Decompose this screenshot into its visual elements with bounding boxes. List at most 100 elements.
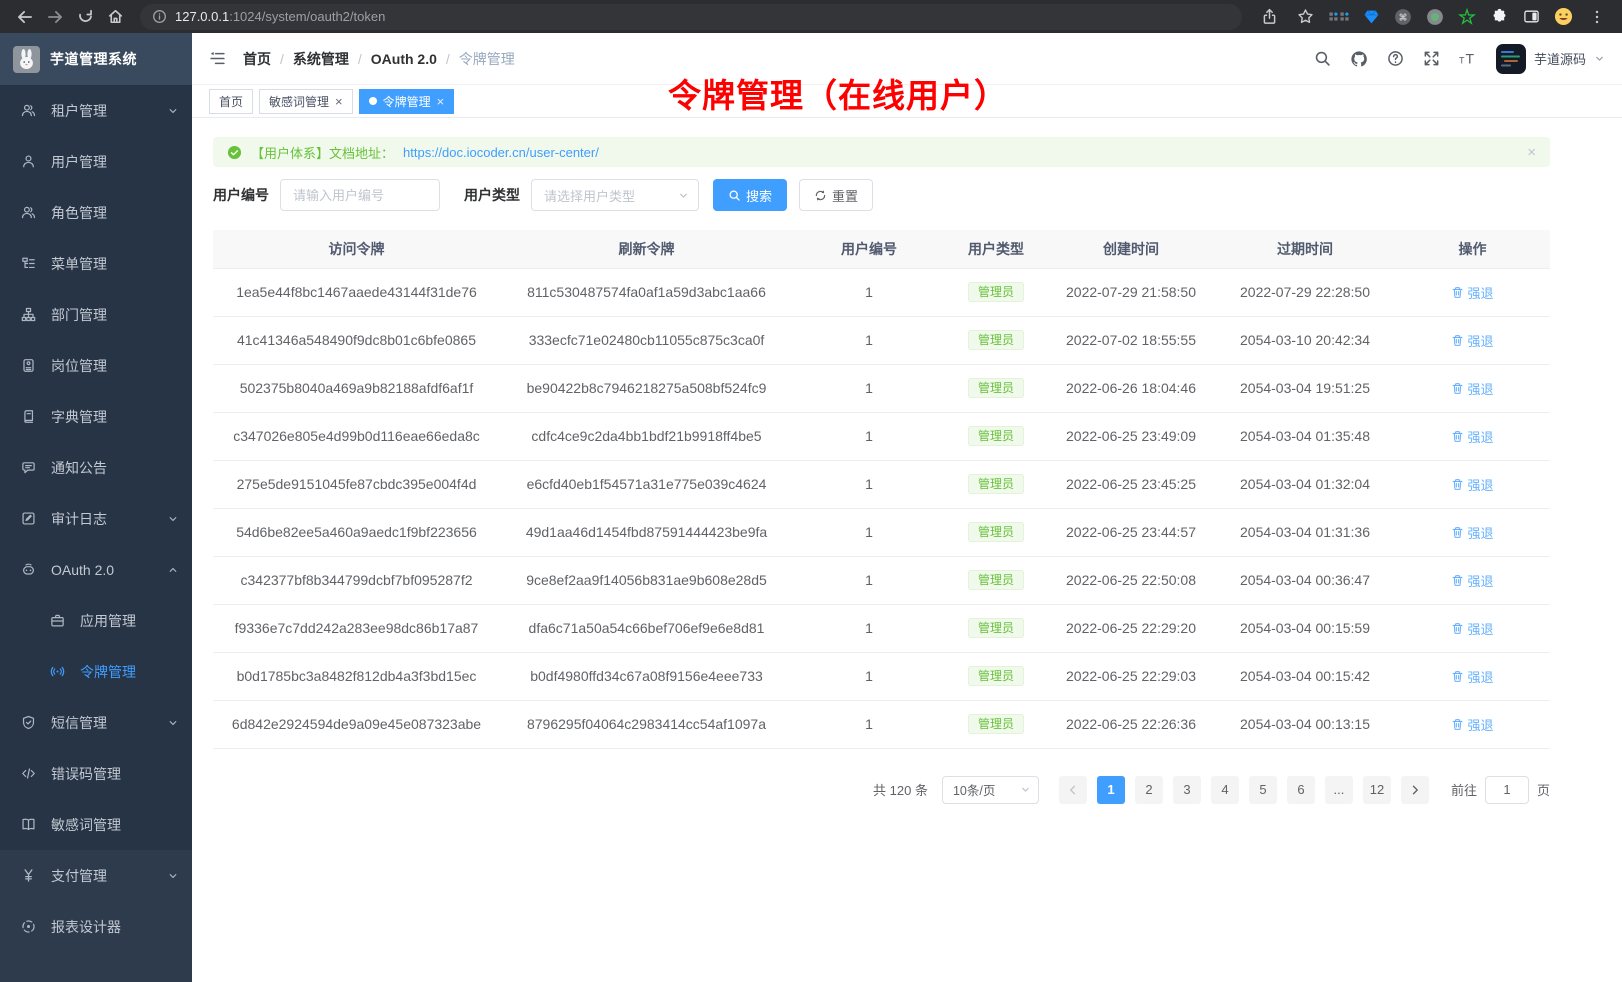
- force-logout-button[interactable]: 强退: [1451, 331, 1493, 350]
- user-name: 芋道源码: [1534, 49, 1586, 68]
- extension-star-icon[interactable]: [1456, 6, 1478, 28]
- sidebar-item[interactable]: 敏感词管理: [0, 799, 192, 850]
- access-token-cell: 54d6be82ee5a460a9aedc1f9bf223656: [213, 508, 500, 556]
- breadcrumb-item[interactable]: 首页: [243, 49, 271, 69]
- force-logout-button[interactable]: 强退: [1451, 667, 1493, 686]
- page-button[interactable]: 12: [1363, 776, 1391, 804]
- page-button[interactable]: 4: [1211, 776, 1239, 804]
- browser-reload-button[interactable]: [72, 4, 98, 30]
- table-row: 41c41346a548490f9dc8b01c6bfe0865333ecfc7…: [213, 316, 1550, 364]
- user-id-input[interactable]: [280, 179, 440, 211]
- browser-back-button[interactable]: [12, 4, 38, 30]
- github-icon[interactable]: [1350, 50, 1368, 68]
- extension-gem-icon[interactable]: [1360, 6, 1382, 28]
- refresh-token-cell: 811c530487574fa0af1a59d3abc1aa66: [500, 268, 793, 316]
- pagination: 共 120 条 10条/页 123456...12 前往 页: [213, 776, 1550, 804]
- browser-home-button[interactable]: [102, 4, 128, 30]
- shield-icon: [21, 715, 36, 730]
- force-logout-button[interactable]: 强退: [1451, 571, 1493, 590]
- sidebar-item[interactable]: 报表设计器: [0, 901, 192, 952]
- sidebar-item[interactable]: 短信管理: [0, 697, 192, 748]
- sidebar-item[interactable]: 岗位管理: [0, 340, 192, 391]
- profile-avatar-emoji[interactable]: [1552, 6, 1574, 28]
- extensions-puzzle-icon[interactable]: [1488, 6, 1510, 28]
- sidebar-item[interactable]: 部门管理: [0, 289, 192, 340]
- user-id-cell: 1: [793, 556, 945, 604]
- sidebar-item[interactable]: 支付管理: [0, 850, 192, 901]
- tab-item[interactable]: 首页: [209, 89, 253, 114]
- sidebar-item[interactable]: 字典管理: [0, 391, 192, 442]
- browser-forward-button[interactable]: [42, 4, 68, 30]
- extension-record-icon[interactable]: [1424, 6, 1446, 28]
- font-size-icon[interactable]: TT: [1459, 51, 1477, 67]
- bookmark-star-icon[interactable]: [1292, 4, 1318, 30]
- breadcrumb-item[interactable]: 系统管理: [293, 49, 349, 69]
- close-icon[interactable]: ×: [1527, 145, 1536, 160]
- tab-item[interactable]: 敏感词管理×: [259, 89, 353, 114]
- doc-link[interactable]: https://doc.iocoder.cn/user-center/: [403, 145, 599, 160]
- sidebar-item[interactable]: 令牌管理: [0, 646, 192, 697]
- force-logout-button[interactable]: 强退: [1451, 715, 1493, 734]
- force-logout-button[interactable]: 强退: [1451, 379, 1493, 398]
- sidebar-item[interactable]: OAuth 2.0: [0, 544, 192, 595]
- user-type-tag: 管理员: [968, 714, 1024, 734]
- sidebar-item[interactable]: 用户管理: [0, 136, 192, 187]
- split-view-icon[interactable]: [1520, 6, 1542, 28]
- sidebar-item[interactable]: 菜单管理: [0, 238, 192, 289]
- search-icon[interactable]: [1314, 50, 1331, 67]
- chevron-down-icon: [1594, 53, 1605, 64]
- close-icon[interactable]: ×: [335, 95, 343, 108]
- force-logout-button[interactable]: 强退: [1451, 523, 1493, 542]
- info-icon[interactable]: [152, 9, 167, 24]
- access-token-cell: f9336e7c7dd242a283ee98dc86b17a87: [213, 604, 500, 652]
- user-type-tag: 管理员: [968, 282, 1024, 302]
- sidebar-menu-lower: 支付管理报表设计器: [0, 850, 192, 952]
- goto-page-input[interactable]: [1485, 776, 1529, 804]
- sidebar-item[interactable]: 通知公告: [0, 442, 192, 493]
- tab-item[interactable]: 令牌管理×: [359, 89, 455, 114]
- collapse-sidebar-icon[interactable]: [209, 50, 226, 67]
- page-button[interactable]: 2: [1135, 776, 1163, 804]
- share-icon[interactable]: [1256, 4, 1282, 30]
- force-logout-button[interactable]: 强退: [1451, 283, 1493, 302]
- expire-time-cell: 2054-03-04 01:35:48: [1215, 412, 1395, 460]
- app-logo-bar[interactable]: 芋道管理系统: [0, 33, 192, 85]
- trash-icon: [1451, 718, 1464, 731]
- sidebar-item[interactable]: 错误码管理: [0, 748, 192, 799]
- close-icon[interactable]: ×: [437, 95, 445, 108]
- url-text: 127.0.0.1:1024/system/oauth2/token: [175, 9, 385, 24]
- search-button[interactable]: 搜索: [713, 179, 787, 211]
- chevron-down-icon: [168, 871, 178, 881]
- prev-page-button[interactable]: [1059, 776, 1087, 804]
- next-page-button[interactable]: [1401, 776, 1429, 804]
- breadcrumb-item[interactable]: OAuth 2.0: [371, 51, 437, 67]
- force-logout-button[interactable]: 强退: [1451, 427, 1493, 446]
- page-content: 【用户体系】文档地址： https://doc.iocoder.cn/user-…: [192, 118, 1622, 804]
- message-icon: [21, 460, 36, 475]
- extension-grid-icon[interactable]: [1328, 6, 1350, 28]
- reset-button[interactable]: 重置: [799, 179, 873, 211]
- force-logout-button[interactable]: 强退: [1451, 619, 1493, 638]
- sidebar-item[interactable]: 应用管理: [0, 595, 192, 646]
- sidebar-item[interactable]: 角色管理: [0, 187, 192, 238]
- page-button[interactable]: 1: [1097, 776, 1125, 804]
- sidebar-item[interactable]: 审计日志: [0, 493, 192, 544]
- user-menu[interactable]: 芋道源码: [1496, 44, 1605, 74]
- page-button[interactable]: 6: [1287, 776, 1315, 804]
- page-button[interactable]: 3: [1173, 776, 1201, 804]
- chevron-up-icon: [168, 565, 178, 575]
- help-icon[interactable]: [1387, 50, 1404, 67]
- browser-menu-icon[interactable]: [1584, 4, 1610, 30]
- page-size-select[interactable]: 10条/页: [942, 776, 1039, 804]
- code-icon: [21, 766, 36, 781]
- more-pages-button[interactable]: ...: [1325, 776, 1353, 804]
- force-logout-button[interactable]: 强退: [1451, 475, 1493, 494]
- address-bar[interactable]: 127.0.0.1:1024/system/oauth2/token: [140, 4, 1242, 30]
- fullscreen-icon[interactable]: [1423, 50, 1440, 67]
- extension-command-icon[interactable]: ⌘: [1392, 6, 1414, 28]
- user-id-cell: 1: [793, 412, 945, 460]
- broadcast-icon: [50, 664, 65, 679]
- sidebar-item[interactable]: 租户管理: [0, 85, 192, 136]
- page-button[interactable]: 5: [1249, 776, 1277, 804]
- user-type-select[interactable]: 请选择用户类型: [531, 179, 699, 211]
